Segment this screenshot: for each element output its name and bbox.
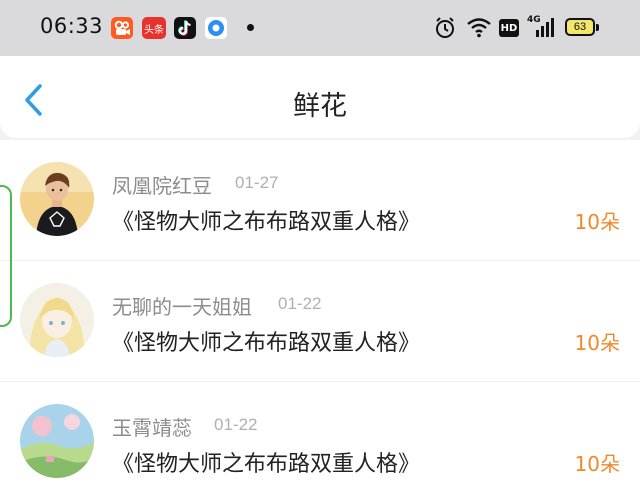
battery-icon: 63 <box>565 18 595 36</box>
signal-icon <box>536 18 554 37</box>
notification-dot <box>247 24 254 31</box>
flower-count: 10朵 <box>574 331 620 355</box>
status-bar: 06:33 头条 HD 4G 63 <box>0 0 640 56</box>
signal-group: 4G <box>527 15 557 41</box>
list-item[interactable]: 无聊的一天姐姐 01-22 《怪物大师之布布路双重人格》 10朵 <box>0 260 640 381</box>
avatar[interactable] <box>20 404 94 478</box>
list-item[interactable]: 玉霄靖蕊 01-22 《怪物大师之布布路双重人格》 10朵 <box>0 381 640 501</box>
sender-name[interactable]: 无聊的一天姐姐 <box>112 291 252 320</box>
book-title[interactable]: 《怪物大师之布布路双重人格》 <box>112 204 420 236</box>
toutiao-label: 头条 <box>144 24 164 36</box>
book-title[interactable]: 《怪物大师之布布路双重人格》 <box>112 325 420 357</box>
toutiao-icon: 头条 <box>142 17 166 39</box>
page: 06:33 头条 HD 4G 63 鲜花 凤凰院红豆 01-27 《怪物大师之布… <box>0 0 640 501</box>
battery-level: 63 <box>573 21 587 33</box>
alarm-icon <box>436 17 454 38</box>
page-title: 鲜花 <box>293 91 347 122</box>
browser-icon <box>205 17 227 39</box>
flower-count: 10朵 <box>574 452 620 476</box>
avatar[interactable] <box>20 283 94 357</box>
hd-badge: HD <box>499 19 519 37</box>
gift-date: 01-22 <box>278 294 322 313</box>
sender-name[interactable]: 凤凰院红豆 <box>112 170 212 199</box>
battery-tip <box>596 24 599 31</box>
book-title[interactable]: 《怪物大师之布布路双重人格》 <box>112 446 420 478</box>
list-item[interactable]: 凤凰院红豆 01-27 《怪物大师之布布路双重人格》 10朵 <box>0 140 640 260</box>
status-time: 06:33 <box>40 14 104 38</box>
gift-date: 01-22 <box>214 415 258 434</box>
header-bar: 鲜花 <box>0 56 640 138</box>
flower-count: 10朵 <box>574 210 620 234</box>
kuaishou-icon <box>111 17 133 39</box>
hd-label: HD <box>500 22 518 34</box>
avatar[interactable] <box>20 162 94 236</box>
edge-swipe-handle[interactable] <box>0 185 12 327</box>
sender-name[interactable]: 玉霄靖蕊 <box>112 412 192 441</box>
douyin-icon <box>174 17 196 39</box>
flower-gift-list: 凤凰院红豆 01-27 《怪物大师之布布路双重人格》 10朵 无聊的一天姐姐 0… <box>0 140 640 501</box>
gift-date: 01-27 <box>235 173 279 192</box>
wifi-icon <box>467 18 491 38</box>
